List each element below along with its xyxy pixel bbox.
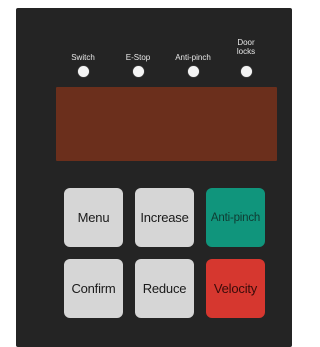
control-panel: Switch E-Stop Anti-pinch Door locks Menu…	[16, 8, 292, 347]
display-screen	[56, 87, 277, 161]
menu-button[interactable]: Menu	[64, 188, 123, 247]
indicator-label-e-stop: E-Stop	[125, 53, 151, 62]
switch-indicator-led	[78, 66, 89, 77]
indicator-label-switch: Switch	[71, 53, 95, 62]
e-stop-indicator-led	[133, 66, 144, 77]
anti-pinch-button[interactable]: Anti-pinch	[206, 188, 265, 247]
anti-pinch-indicator-led	[188, 66, 199, 77]
increase-button[interactable]: Increase	[135, 188, 194, 247]
confirm-button[interactable]: Confirm	[64, 259, 123, 318]
reduce-button[interactable]: Reduce	[135, 259, 194, 318]
velocity-button[interactable]: Velocity	[206, 259, 265, 318]
indicator-label-door-locks: Door locks	[236, 38, 256, 56]
indicator-label-anti-pinch: Anti-pinch	[175, 53, 211, 62]
door-locks-indicator-led	[241, 66, 252, 77]
